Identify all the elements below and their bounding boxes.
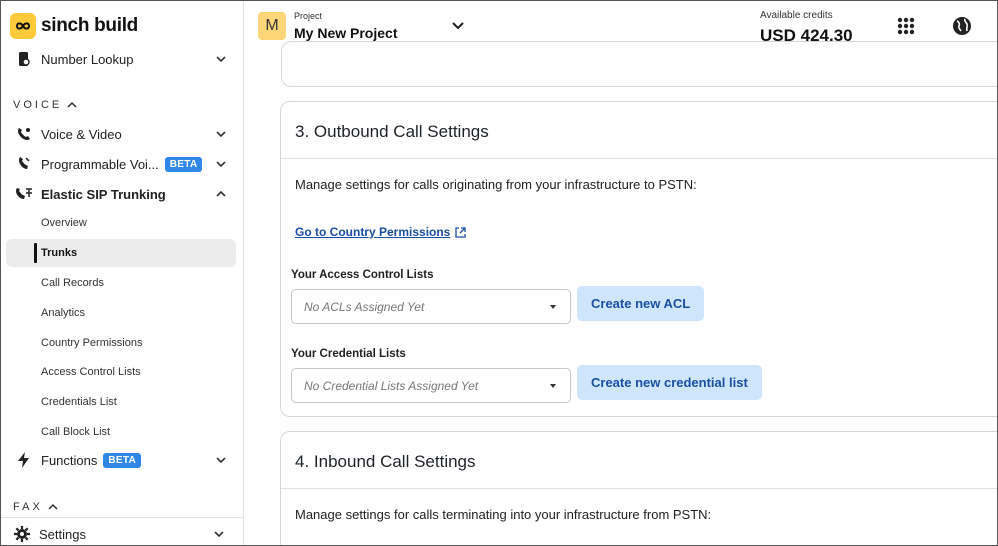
section-title: 3. Outbound Call Settings [295,122,489,141]
create-credential-list-button[interactable]: Create new credential list [577,365,762,400]
lightning-icon [15,451,33,469]
sidebar-item-functions[interactable]: Functions BETA [15,448,235,472]
chevron-down-icon[interactable] [213,528,225,540]
beta-badge: BETA [103,452,142,468]
sidebar-subitem-access-control-lists[interactable]: Access Control Lists [41,363,141,381]
divider [281,488,997,489]
acl-select[interactable]: No ACLs Assigned Yet [291,289,571,324]
main-content: 3. Outbound Call Settings Manage setting… [245,41,997,545]
project-avatar[interactable]: M [258,12,286,40]
caret-down-icon [550,305,556,309]
gear-icon [13,525,31,543]
sip-icon [15,185,33,203]
phone-lookup-icon [15,50,33,68]
inbound-call-settings-card: 4. Inbound Call Settings Manage settings… [280,431,997,545]
section-label: VOICE [13,99,63,111]
sidebar-item-label: Settings [39,526,86,542]
section-fax[interactable]: FAX [13,501,59,513]
sidebar-item-number-lookup[interactable]: Number Lookup [15,47,235,71]
sidebar-subitem-credentials-list[interactable]: Credentials List [41,393,117,411]
app-window: sinch build Number Lookup VOICE Voice & … [0,0,998,546]
chevron-down-icon[interactable] [215,454,227,466]
sinch-logo-icon [10,13,36,39]
acl-label: Your Access Control Lists [291,269,434,281]
beta-badge: BETA [164,156,203,172]
sidebar-item-label: Number Lookup [41,51,134,67]
sidebar-item-label: Elastic SIP Trunking [41,186,166,202]
voice-icon [15,125,33,143]
project-selector[interactable]: My New Project [294,25,397,41]
sidebar-subitem-trunks[interactable]: Trunks [41,244,77,262]
sidebar-subitem-country-permissions[interactable]: Country Permissions [41,334,142,352]
sidebar-item-label: Programmable Voi... [41,156,159,172]
section-voice[interactable]: VOICE [13,99,78,111]
project-label: Project [294,11,323,21]
credential-lists-select[interactable]: No Credential Lists Assigned Yet [291,368,571,403]
apps-grid-icon[interactable] [897,17,915,35]
sidebar-subitem-call-records[interactable]: Call Records [41,274,104,292]
section-description: Manage settings for calls originating fr… [295,177,697,192]
credential-lists-placeholder: No Credential Lists Assigned Yet [304,379,479,393]
active-item-indicator [34,243,37,263]
brand-logo[interactable]: sinch build [10,13,138,39]
sidebar-item-settings[interactable]: Settings [13,522,233,545]
brand-name: sinch build [41,15,138,36]
external-link-icon [455,226,467,238]
sidebar-subitem-call-block-list[interactable]: Call Block List [41,423,110,441]
sidebar-item-label: Voice & Video [41,126,122,142]
section-label: FAX [13,501,43,513]
outbound-call-settings-card: 3. Outbound Call Settings Manage setting… [280,101,997,417]
sidebar-item-programmable-voice[interactable]: Programmable Voi... BETA [15,152,235,176]
chevron-up-icon [48,503,58,510]
sidebar-item-label: Functions [41,452,98,468]
acl-placeholder: No ACLs Assigned Yet [304,300,425,314]
section-description: Manage settings for calls terminating in… [295,507,712,522]
section-title: 4. Inbound Call Settings [295,452,476,471]
chevron-down-icon[interactable] [451,21,465,31]
chevron-down-icon[interactable] [215,128,227,140]
sidebar-subitem-analytics[interactable]: Analytics [41,304,85,322]
programmable-voice-icon [15,155,33,173]
chevron-up-icon [67,101,77,108]
chevron-down-icon[interactable] [215,53,227,65]
sidebar-item-voice-video[interactable]: Voice & Video [15,122,235,146]
chevron-up-icon[interactable] [215,188,227,200]
divider [281,158,997,159]
link-label: Go to Country Permissions [295,225,451,239]
country-permissions-link[interactable]: Go to Country Permissions [295,225,467,239]
sidebar-item-elastic-sip-trunking[interactable]: Elastic SIP Trunking [15,182,235,206]
chevron-down-icon[interactable] [215,158,227,170]
previous-card [281,41,997,87]
sidebar-subitem-overview[interactable]: Overview [41,214,87,232]
create-acl-button[interactable]: Create new ACL [577,286,705,321]
caret-down-icon [550,384,556,388]
credential-lists-label: Your Credential Lists [291,348,406,360]
sidebar: sinch build Number Lookup VOICE Voice & … [1,1,244,545]
credits-label: Available credits [760,10,833,21]
globe-icon[interactable] [951,15,973,37]
